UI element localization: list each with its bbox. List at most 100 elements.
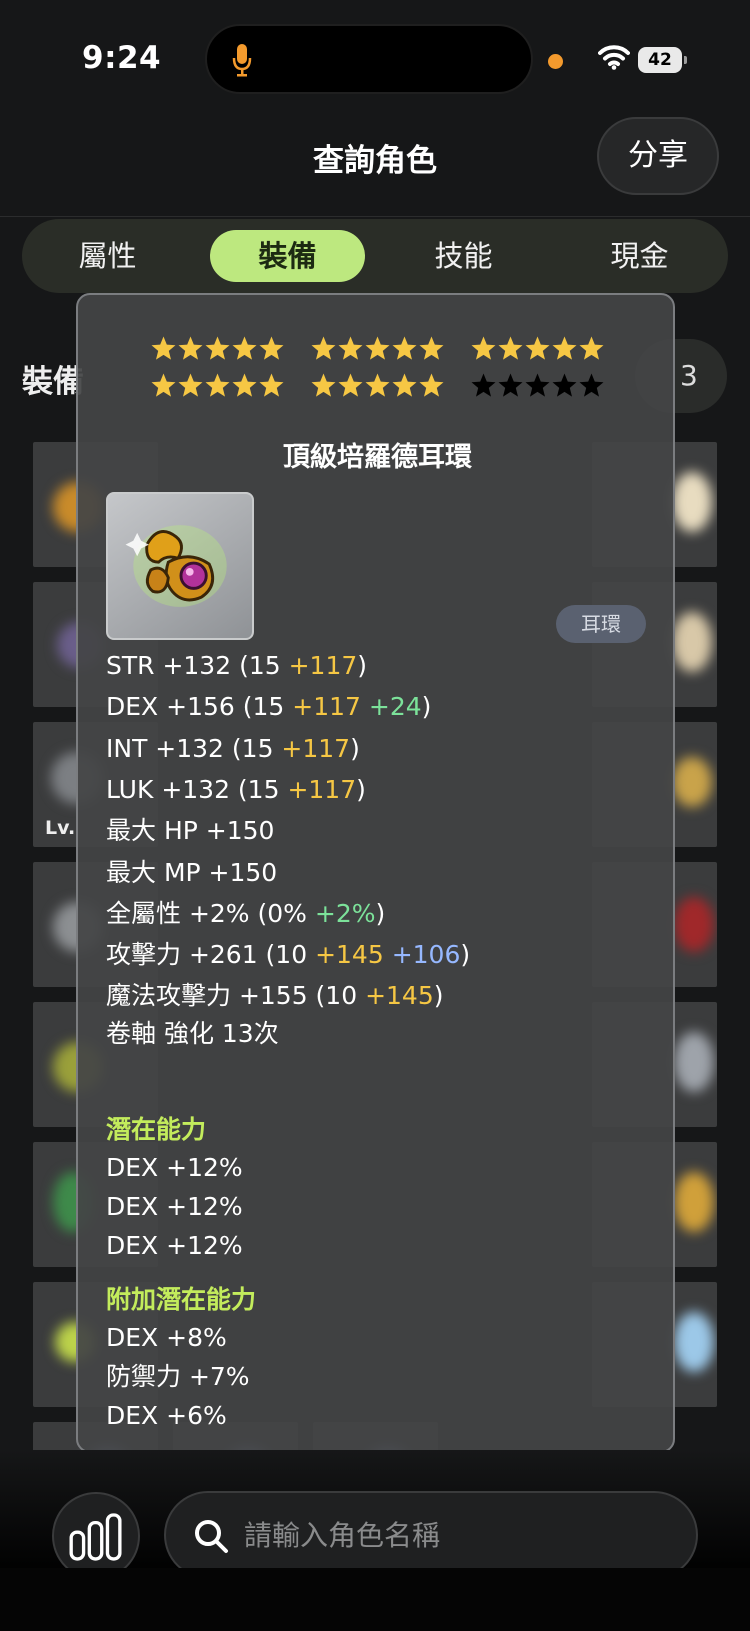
star-filled-icon bbox=[151, 373, 176, 397]
star-filled-icon bbox=[525, 336, 550, 360]
stat-segment: 最大 HP +150 bbox=[106, 816, 275, 846]
star-filled-icon bbox=[205, 373, 230, 397]
stat-segment: ) bbox=[375, 898, 386, 928]
star-filled-icon bbox=[178, 373, 203, 397]
app-screen: 9:24 42 查詢角色 分享 屬性 裝備 技能 現金 裝備 3 Lv. 頂級培… bbox=[0, 0, 750, 1631]
stats-button[interactable] bbox=[52, 1492, 140, 1580]
tab-cash[interactable]: 現金 bbox=[562, 230, 717, 282]
potential-line: DEX +12% bbox=[106, 1192, 243, 1221]
star-filled-icon bbox=[232, 373, 257, 397]
star-filled-icon bbox=[311, 336, 336, 360]
stat-segment: DEX +156 (15 bbox=[106, 692, 293, 722]
stat-segment: ) bbox=[433, 981, 444, 1011]
star-force-row bbox=[150, 335, 630, 365]
star-filled-icon bbox=[205, 336, 230, 360]
recording-indicator-icon bbox=[548, 54, 563, 69]
additional-potential-line: 防禦力 +7% bbox=[106, 1362, 250, 1391]
item-stat-line: 全屬性 +2% (0% +2%) bbox=[106, 899, 385, 929]
stat-segment: ) bbox=[460, 940, 471, 970]
star-filled-icon bbox=[392, 336, 417, 360]
item-type-badge: 耳環 bbox=[556, 605, 646, 643]
search-input[interactable] bbox=[244, 1513, 674, 1557]
battery-icon: 42 bbox=[638, 47, 687, 73]
header-divider bbox=[0, 216, 750, 217]
star-empty-icon bbox=[471, 373, 496, 397]
tab-attributes[interactable]: 屬性 bbox=[30, 230, 185, 282]
star-filled-icon bbox=[392, 373, 417, 397]
tab-skills[interactable]: 技能 bbox=[386, 230, 541, 282]
star-filled-icon bbox=[178, 336, 203, 360]
additional-potential-line: DEX +6% bbox=[106, 1401, 227, 1430]
stat-segment: ) bbox=[350, 733, 360, 763]
item-stat-line: 攻擊力 +261 (10 +145 +106) bbox=[106, 940, 470, 970]
stat-segment: LUK +132 (15 bbox=[106, 774, 288, 804]
item-detail-card: 頂級培羅德耳環 耳環 STR +132 (15 +117) DEX +156 (1… bbox=[76, 293, 675, 1453]
battery-level: 42 bbox=[638, 47, 682, 73]
item-stat-line: 魔法攻擊力 +155 (10 +145) bbox=[106, 981, 444, 1011]
potential-title: 潛在能力 bbox=[106, 1115, 207, 1144]
star-force-row bbox=[150, 372, 630, 402]
star-filled-icon bbox=[498, 336, 523, 360]
stat-segment: ) bbox=[421, 692, 432, 722]
stat-segment: +24 bbox=[368, 692, 422, 722]
stat-segment bbox=[384, 940, 392, 969]
additional-potential-title: 附加潛在能力 bbox=[106, 1285, 257, 1314]
star-group bbox=[310, 372, 470, 402]
stat-segment: 攻擊力 +261 (10 bbox=[106, 940, 316, 970]
item-stat-line: STR +132 (15 +117) bbox=[106, 651, 367, 681]
tab-equipment[interactable]: 裝備 bbox=[210, 230, 365, 282]
item-stat-line: 最大 HP +150 bbox=[106, 816, 274, 846]
stat-segment: 卷軸 強化 13次 bbox=[106, 1018, 279, 1048]
stat-segment: 最大 MP +150 bbox=[106, 857, 278, 887]
home-indicator-area bbox=[0, 1568, 750, 1631]
stat-segment: +106 bbox=[391, 940, 461, 970]
stat-segment: +145 bbox=[315, 940, 384, 970]
share-button[interactable]: 分享 bbox=[597, 117, 719, 195]
stat-segment: 魔法攻擊力 +155 (10 bbox=[106, 981, 366, 1011]
star-filled-icon bbox=[365, 373, 390, 397]
item-stat-line: INT +132 (15 +117) bbox=[106, 734, 360, 764]
stat-segment: STR +132 (15 bbox=[106, 651, 289, 680]
star-filled-icon bbox=[338, 336, 363, 360]
stat-segment: ) bbox=[356, 774, 366, 804]
item-image bbox=[106, 492, 254, 640]
star-filled-icon bbox=[151, 336, 176, 360]
star-filled-icon bbox=[338, 373, 363, 397]
item-stat-line: 最大 MP +150 bbox=[106, 858, 277, 888]
star-group bbox=[150, 335, 310, 365]
stat-segment: +117 bbox=[288, 651, 358, 680]
stat-segment: +145 bbox=[365, 981, 434, 1011]
star-empty-icon bbox=[579, 373, 604, 397]
stat-segment: +2% bbox=[314, 898, 376, 928]
dynamic-island bbox=[205, 24, 533, 94]
status-time: 9:24 bbox=[82, 40, 162, 76]
potential-line: DEX +12% bbox=[106, 1231, 243, 1260]
item-stat-line: 卷軸 強化 13次 bbox=[106, 1019, 279, 1049]
stat-segment: ) bbox=[357, 651, 368, 680]
star-group bbox=[470, 335, 630, 365]
search-box[interactable] bbox=[164, 1491, 698, 1579]
tab-bar: 屬性 裝備 技能 現金 bbox=[22, 219, 728, 293]
star-filled-icon bbox=[552, 336, 577, 360]
star-empty-icon bbox=[525, 373, 550, 397]
item-name: 頂級培羅德耳環 bbox=[283, 442, 472, 473]
star-filled-icon bbox=[419, 336, 444, 360]
star-filled-icon bbox=[579, 336, 604, 360]
stat-segment: 全屬性 +2% (0% bbox=[106, 898, 315, 928]
stat-segment: +117 bbox=[281, 733, 351, 763]
wifi-icon bbox=[598, 45, 630, 70]
star-filled-icon bbox=[311, 373, 336, 397]
star-filled-icon bbox=[365, 336, 390, 360]
stat-segment: +117 bbox=[287, 774, 357, 804]
item-stat-line: LUK +132 (15 +117) bbox=[106, 775, 366, 805]
slot-level-label: Lv. bbox=[45, 817, 76, 839]
star-empty-icon bbox=[498, 373, 523, 397]
microphone-icon bbox=[232, 44, 252, 77]
stat-segment: INT +132 (15 bbox=[106, 733, 282, 763]
stat-segment: +117 bbox=[292, 692, 361, 722]
additional-potential-line: DEX +8% bbox=[106, 1323, 227, 1352]
potential-line: DEX +12% bbox=[106, 1153, 243, 1182]
search-icon bbox=[195, 1520, 228, 1553]
star-filled-icon bbox=[259, 373, 284, 397]
bar-chart-icon bbox=[69, 1513, 122, 1561]
